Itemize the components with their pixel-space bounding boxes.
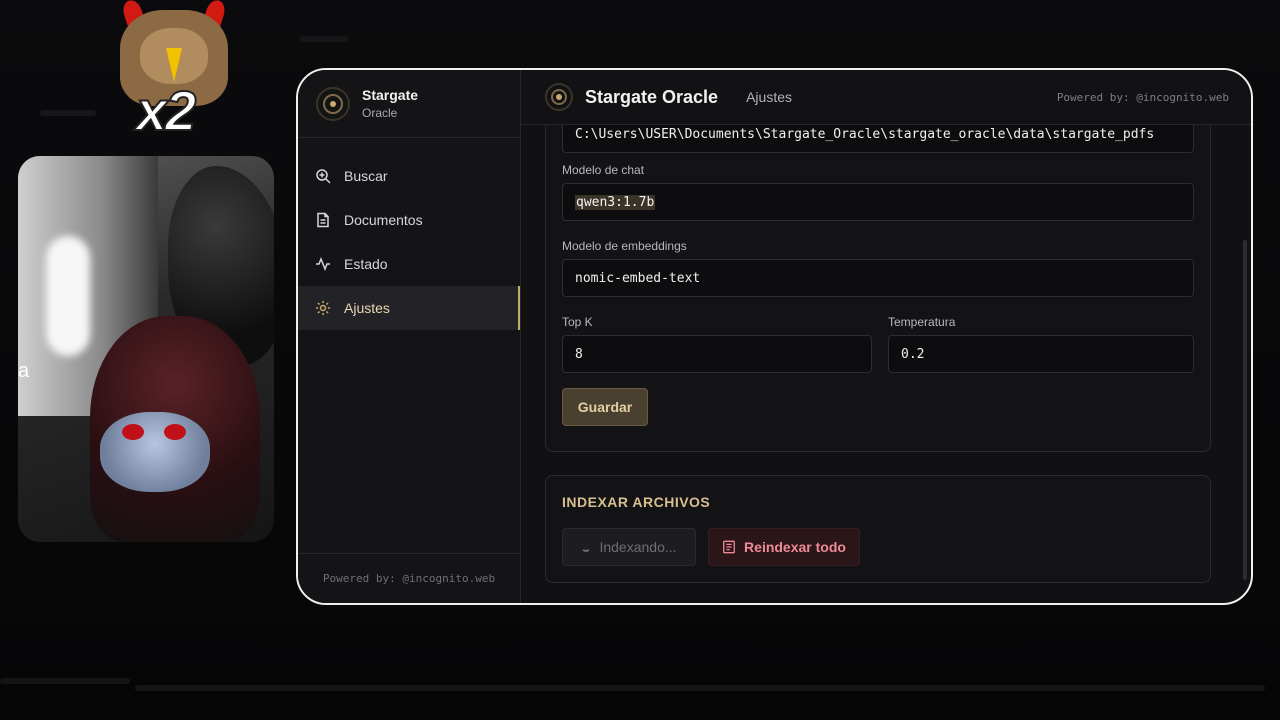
- stargate-logo-icon: [316, 86, 350, 121]
- save-button[interactable]: Guardar: [562, 388, 648, 426]
- chat-model-input[interactable]: qwen3:1.7b: [562, 183, 1194, 221]
- embed-model-input[interactable]: nomic-embed-text: [562, 259, 1194, 297]
- brand-title: Stargate: [362, 87, 419, 103]
- temperature-label: Temperatura: [888, 315, 956, 329]
- document-icon: [314, 211, 332, 229]
- webcam-feed: a: [18, 156, 274, 542]
- cam-overlay-text: a: [18, 360, 30, 382]
- chat-model-label: Modelo de chat: [562, 163, 645, 177]
- search-plus-icon: [314, 167, 332, 185]
- sidebar-item-estado[interactable]: Estado: [298, 242, 520, 286]
- topbar: Stargate Oracle Ajustes Powered by: @inc…: [521, 70, 1251, 125]
- embed-model-label: Modelo de embeddings: [562, 239, 687, 253]
- document-list-icon: [723, 540, 735, 554]
- breadcrumb: Ajustes: [746, 89, 792, 105]
- reindex-label: Reindexar todo: [744, 539, 846, 555]
- gear-icon: [314, 299, 332, 317]
- spinner-icon: [581, 542, 592, 552]
- topk-input[interactable]: 8: [562, 335, 872, 373]
- main-panel: Stargate Oracle Ajustes Powered by: @inc…: [521, 70, 1251, 603]
- topk-label: Top K: [562, 315, 593, 329]
- sidebar-item-label: Estado: [344, 256, 388, 272]
- sidebar-item-label: Documentos: [344, 212, 423, 228]
- settings-card: C:\Users\USER\Documents\Stargate_Oracle\…: [545, 115, 1211, 452]
- temperature-input[interactable]: 0.2: [888, 335, 1194, 373]
- sidebar-nav: Buscar Documentos Estado Ajustes: [298, 138, 520, 330]
- sidebar: Stargate Oracle Buscar Documentos Estado…: [298, 70, 521, 603]
- powered-by-text: Powered by: @incognito.web: [1056, 90, 1229, 104]
- cam-face: [100, 412, 210, 492]
- sidebar-footer: Powered by: @incognito.web: [298, 553, 520, 603]
- sidebar-item-buscar[interactable]: Buscar: [298, 154, 520, 198]
- sidebar-item-label: Ajustes: [344, 300, 390, 316]
- indexing-label: Indexando...: [599, 539, 677, 555]
- scrollbar[interactable]: [1243, 240, 1247, 580]
- cam-light: [46, 236, 90, 356]
- settings-content: C:\Users\USER\Documents\Stargate_Oracle\…: [545, 115, 1211, 603]
- brand-subtitle: Oracle: [362, 106, 398, 120]
- cam-eye-left: [122, 424, 144, 440]
- stream-owl-badge: x2: [112, 0, 236, 143]
- index-section-title: INDEXAR ARCHIVOS: [562, 494, 711, 510]
- page-title: Stargate Oracle: [585, 86, 719, 107]
- app-window: Stargate Oracle Buscar Documentos Estado…: [296, 68, 1253, 605]
- reindex-all-button[interactable]: Reindexar todo: [708, 528, 860, 566]
- sidebar-brand: Stargate Oracle: [298, 70, 520, 138]
- cam-eye-right: [164, 424, 186, 440]
- sidebar-item-ajustes[interactable]: Ajustes: [298, 286, 520, 330]
- sidebar-item-documentos[interactable]: Documentos: [298, 198, 520, 242]
- indexing-button: Indexando...: [562, 528, 696, 566]
- stargate-logo-icon: [545, 83, 573, 111]
- sidebar-item-label: Buscar: [344, 168, 388, 184]
- index-card: INDEXAR ARCHIVOS Indexando... Reindexar …: [545, 475, 1211, 583]
- multiplier-text: x2: [135, 78, 197, 143]
- activity-icon: [314, 255, 332, 273]
- selected-text: qwen3:1.7b: [575, 194, 656, 210]
